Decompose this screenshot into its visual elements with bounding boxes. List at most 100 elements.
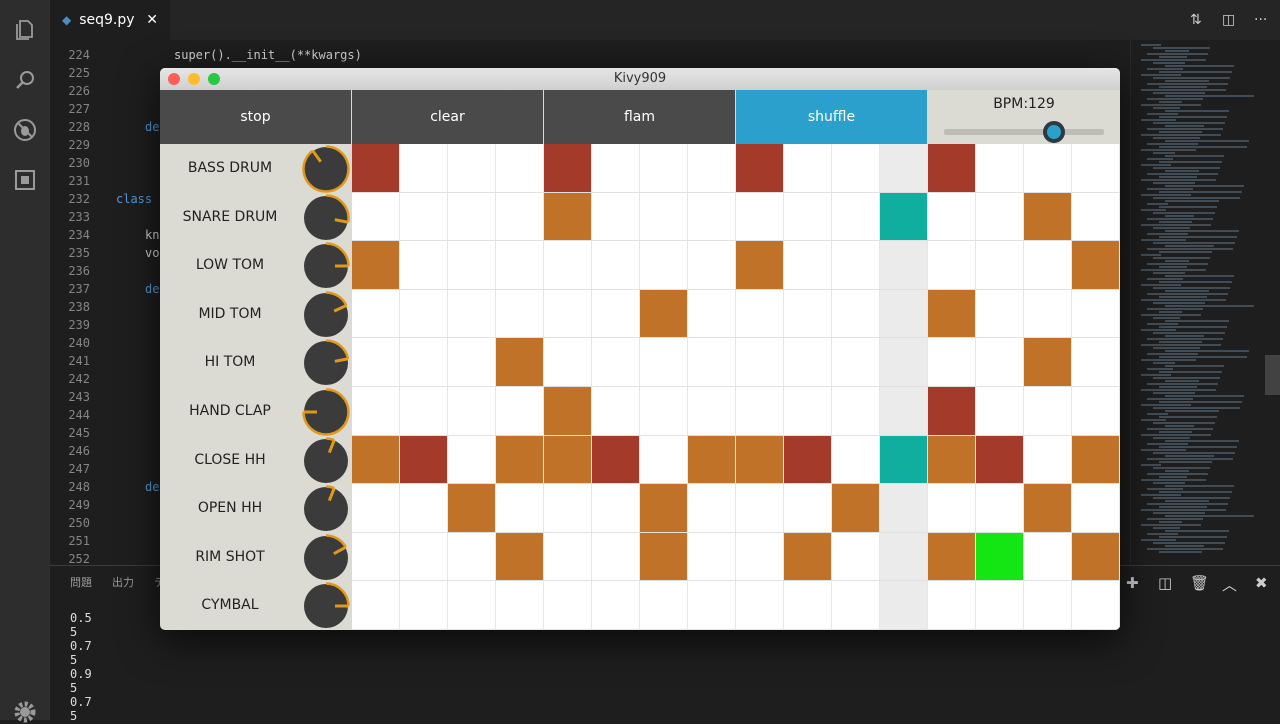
step-cell[interactable] (496, 289, 544, 339)
step-cell[interactable] (1072, 532, 1120, 582)
step-cell[interactable] (352, 532, 400, 582)
stop-button[interactable]: stop (160, 90, 351, 144)
step-cell[interactable] (784, 387, 832, 436)
step-cell[interactable] (1024, 532, 1072, 582)
step-cell[interactable] (544, 338, 592, 387)
step-cell[interactable] (880, 387, 928, 436)
step-cell[interactable] (400, 289, 448, 339)
step-cell[interactable] (1024, 192, 1072, 242)
trash-icon[interactable]: 🗑 (1190, 574, 1209, 592)
volume-knob[interactable] (302, 145, 350, 193)
tab-output[interactable]: 出力 (112, 574, 134, 590)
step-cell[interactable] (688, 144, 736, 193)
step-cell[interactable] (400, 387, 448, 436)
step-cell[interactable] (688, 289, 736, 339)
step-cell[interactable] (736, 241, 784, 290)
step-cell[interactable] (1072, 192, 1120, 242)
step-cell[interactable] (832, 289, 880, 339)
step-cell[interactable] (880, 144, 928, 193)
step-cell[interactable] (400, 338, 448, 387)
step-cell[interactable] (544, 435, 592, 485)
step-cell[interactable] (592, 532, 640, 582)
step-cell[interactable] (832, 338, 880, 387)
volume-knob[interactable] (302, 534, 350, 582)
search-icon[interactable] (13, 68, 37, 92)
step-cell[interactable] (592, 144, 640, 193)
step-cell[interactable] (592, 241, 640, 290)
step-cell[interactable] (448, 532, 496, 582)
volume-knob[interactable] (302, 193, 350, 242)
volume-knob[interactable] (302, 339, 350, 387)
step-cell[interactable] (736, 338, 784, 387)
step-cell[interactable] (1024, 581, 1072, 630)
step-cell[interactable] (784, 192, 832, 242)
step-cell[interactable] (832, 532, 880, 582)
split-editor-icon[interactable]: ◫ (1222, 12, 1235, 28)
step-cell[interactable] (400, 241, 448, 290)
step-cell[interactable] (448, 289, 496, 339)
volume-knob[interactable] (302, 485, 350, 533)
volume-knob[interactable] (302, 582, 350, 630)
step-cell[interactable] (784, 532, 832, 582)
step-cell[interactable] (928, 338, 976, 387)
step-cell[interactable] (640, 581, 688, 630)
step-cell[interactable] (640, 144, 688, 193)
step-cell[interactable] (448, 484, 496, 533)
flam-button[interactable]: flam (544, 90, 735, 144)
step-cell[interactable] (928, 532, 976, 582)
step-cell[interactable] (1024, 484, 1072, 533)
step-cell[interactable] (592, 338, 640, 387)
step-cell[interactable] (640, 289, 688, 339)
step-cell[interactable] (1072, 144, 1120, 193)
step-cell[interactable] (928, 144, 976, 193)
chevron-up-icon[interactable]: ︿ (1222, 574, 1237, 595)
bpm-slider-thumb[interactable] (1043, 121, 1066, 143)
step-cell[interactable] (1024, 387, 1072, 436)
step-cell[interactable] (880, 192, 928, 242)
step-cell[interactable] (352, 484, 400, 533)
step-cell[interactable] (1072, 387, 1120, 436)
volume-knob[interactable] (302, 388, 350, 436)
step-cell[interactable] (1072, 484, 1120, 533)
step-cell[interactable] (976, 387, 1024, 436)
step-cell[interactable] (544, 484, 592, 533)
step-cell[interactable] (976, 192, 1024, 242)
step-cell[interactable] (496, 484, 544, 533)
step-cell[interactable] (784, 338, 832, 387)
step-cell[interactable] (784, 435, 832, 485)
step-cell[interactable] (928, 241, 976, 290)
step-cell[interactable] (352, 289, 400, 339)
step-cell[interactable] (880, 532, 928, 582)
step-cell[interactable] (976, 338, 1024, 387)
split-terminal-icon[interactable]: ◫ (1158, 574, 1172, 592)
tab-problems[interactable]: 問題 (70, 574, 92, 590)
volume-knob[interactable] (302, 291, 350, 339)
step-cell[interactable] (400, 484, 448, 533)
step-cell[interactable] (880, 338, 928, 387)
step-cell[interactable] (1024, 435, 1072, 485)
step-cell[interactable] (976, 532, 1024, 582)
step-cell[interactable] (880, 581, 928, 630)
step-cell[interactable] (976, 484, 1024, 533)
step-cell[interactable] (544, 387, 592, 436)
debug-icon[interactable] (13, 118, 37, 142)
step-cell[interactable] (592, 484, 640, 533)
step-cell[interactable] (688, 581, 736, 630)
step-cell[interactable] (976, 581, 1024, 630)
step-cell[interactable] (544, 144, 592, 193)
step-cell[interactable] (400, 581, 448, 630)
step-cell[interactable] (736, 192, 784, 242)
step-cell[interactable] (400, 435, 448, 485)
step-cell[interactable] (688, 484, 736, 533)
step-cell[interactable] (736, 144, 784, 193)
step-cell[interactable] (736, 289, 784, 339)
step-cell[interactable] (928, 192, 976, 242)
step-cell[interactable] (1024, 338, 1072, 387)
step-cell[interactable] (1072, 581, 1120, 630)
step-cell[interactable] (592, 192, 640, 242)
clear-button[interactable]: clear (352, 90, 543, 144)
step-cell[interactable] (736, 581, 784, 630)
step-cell[interactable] (1072, 338, 1120, 387)
files-icon[interactable] (13, 18, 37, 42)
step-cell[interactable] (400, 192, 448, 242)
